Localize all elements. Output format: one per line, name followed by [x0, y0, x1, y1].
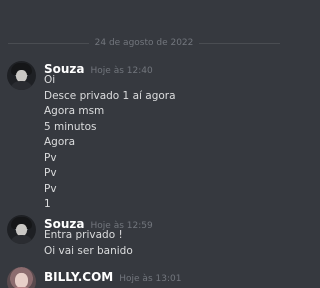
- divider-line: [8, 42, 89, 44]
- message-text: 5 minutos: [44, 120, 97, 133]
- message-text: 1: [44, 198, 51, 210]
- message-text: Agora: [44, 136, 76, 148]
- avatar[interactable]: [7, 215, 36, 244]
- message-text: Pv: [44, 151, 57, 164]
- divider-line: [199, 42, 281, 44]
- message-text: Pv: [44, 167, 57, 179]
- message-text: Oi vai ser banido: [44, 244, 133, 257]
- message-text: Desce privado 1 aí agora: [44, 89, 176, 102]
- message-timestamp[interactable]: Hoje às 13:01: [119, 274, 181, 284]
- message-text: Agora msm: [44, 105, 105, 117]
- message-header: BILLY.COM Hoje às 13:01: [44, 270, 181, 284]
- avatar[interactable]: [7, 61, 36, 90]
- message-text: Oi: [44, 74, 56, 86]
- date-divider: 24 de agosto de 2022: [8, 37, 281, 49]
- message-text: Pv: [44, 182, 57, 195]
- username[interactable]: BILLY.COM: [44, 270, 113, 284]
- divider-date: 24 de agosto de 2022: [94, 38, 194, 48]
- chat-message-list: 24 de agosto de 2022 Souza Hoje às 12:40…: [0, 0, 288, 288]
- avatar[interactable]: [7, 267, 36, 288]
- message-text: Entra privado !: [44, 229, 123, 241]
